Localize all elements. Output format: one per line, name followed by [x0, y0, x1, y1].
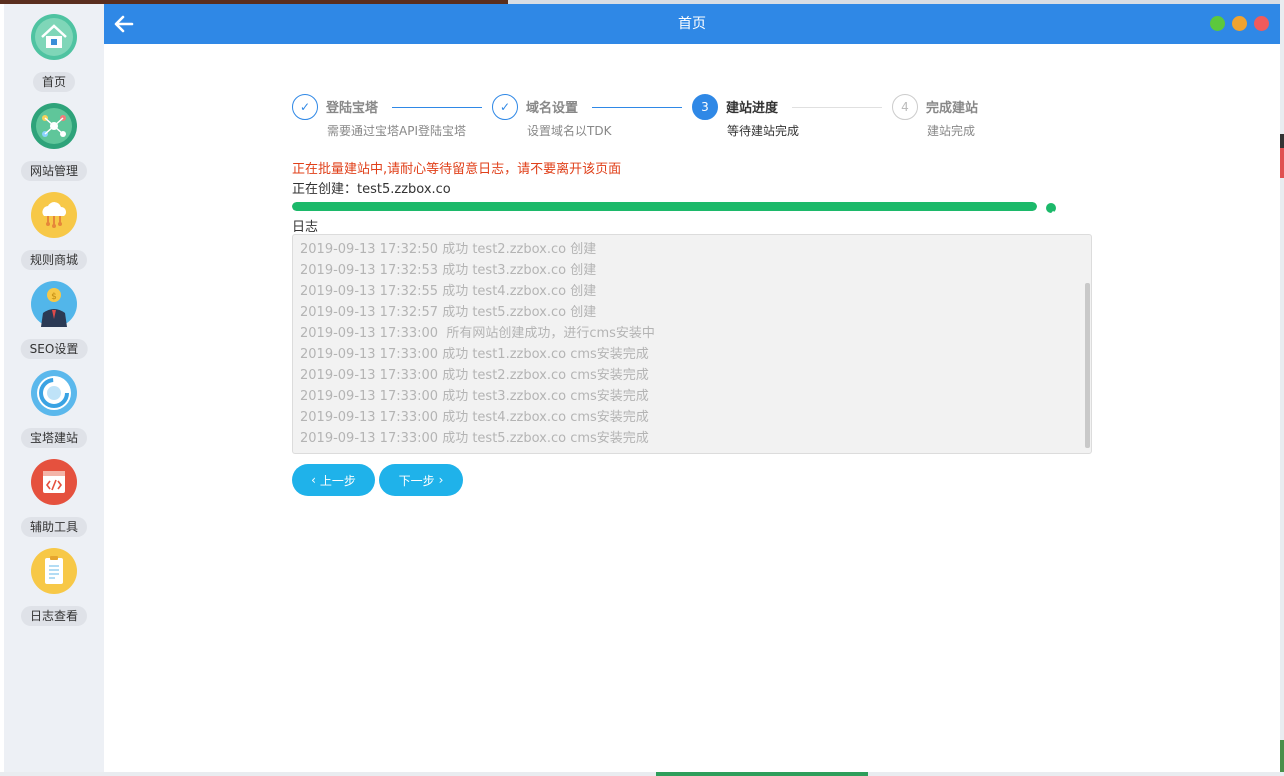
creating-domain: test5.zzbox.co — [357, 182, 451, 197]
code-tool-icon — [31, 459, 77, 505]
sidebar: 首页 网站管理 规则商城 $ SEO设置 宝塔建站 辅助工具 日志查看 — [4, 4, 104, 772]
svg-text:$: $ — [51, 292, 57, 302]
log-line: 2019-09-13 17:32:55 成功 test4.zzbox.co 创建 — [300, 284, 597, 299]
log-line: 2019-09-13 17:32:57 成功 test5.zzbox.co 创建 — [300, 305, 597, 320]
creating-status: 正在创建：test5.zzbox.co — [292, 178, 451, 197]
seo-person-icon: $ — [31, 281, 77, 327]
next-step-button[interactable]: 下一步 › — [379, 464, 463, 496]
log-line: 2019-09-13 17:33:00 所有网站创建成功，进行cms安装中 — [300, 326, 655, 341]
step-connector — [592, 107, 682, 108]
chevron-left-icon: ‹ — [311, 473, 316, 487]
desktop-strip-dark — [1280, 134, 1284, 148]
warning-message: 正在批量建站中,请耐心等待留意日志，请不要离开该页面 — [292, 162, 622, 177]
log-doc-icon — [31, 548, 77, 594]
progress-fill — [292, 202, 1037, 211]
sidebar-item-label: 规则商城 — [20, 250, 88, 270]
check-circle-icon — [1046, 203, 1056, 217]
step-title: 域名设置 — [526, 101, 579, 116]
log-title: 日志 — [292, 220, 319, 235]
main-window: 首页 ✓ 登陆宝塔 需要通过宝塔API登陆宝塔 ✓ 域名设置 设置域名以TDK … — [104, 4, 1280, 772]
log-line: 2019-09-13 17:33:00 成功 test4.zzbox.co cm… — [300, 410, 649, 425]
step-connector — [792, 107, 882, 108]
step-desc: 建站完成 — [927, 124, 976, 138]
sidebar-item-baota-build[interactable]: 宝塔建站 — [4, 370, 104, 450]
step-title: 完成建站 — [926, 101, 979, 116]
desktop-strip-green — [1280, 740, 1284, 776]
sidebar-item-label: 首页 — [32, 72, 76, 92]
log-lines: 2019-09-13 17:32:50 成功 test2.zzbox.co 创建… — [300, 239, 655, 449]
maximize-button[interactable] — [1232, 16, 1247, 31]
step-title: 登陆宝塔 — [326, 101, 379, 116]
sidebar-item-seo-settings[interactable]: $ SEO设置 — [4, 281, 104, 361]
sidebar-item-label: 辅助工具 — [20, 517, 88, 537]
step-desc: 需要通过宝塔API登陆宝塔 — [327, 124, 466, 138]
log-line: 2019-09-13 17:32:53 成功 test3.zzbox.co 创建 — [300, 263, 597, 278]
close-button[interactable] — [1254, 16, 1269, 31]
sidebar-item-label: 宝塔建站 — [20, 428, 88, 448]
home-icon — [31, 14, 77, 60]
network-icon — [31, 103, 77, 149]
log-line: 2019-09-13 17:33:00 成功 test3.zzbox.co cm… — [300, 389, 649, 404]
sidebar-item-label: 日志查看 — [20, 606, 88, 626]
sidebar-item-site-management[interactable]: 网站管理 — [4, 103, 104, 183]
prev-step-label: 上一步 — [319, 473, 356, 488]
step-title: 建站进度 — [726, 101, 779, 116]
cloud-icon — [31, 192, 77, 238]
sidebar-item-helper-tools[interactable]: 辅助工具 — [4, 459, 104, 539]
sidebar-item-rule-store[interactable]: 规则商城 — [4, 192, 104, 272]
log-textarea[interactable]: 2019-09-13 17:32:50 成功 test2.zzbox.co 创建… — [292, 234, 1092, 454]
step-number: 4 — [892, 94, 918, 120]
window-title: 首页 — [678, 16, 706, 32]
log-line: 2019-09-13 17:33:00 成功 test1.zzbox.co cm… — [300, 347, 649, 362]
step-check-icon: ✓ — [492, 94, 518, 120]
desktop-strip-red — [1280, 148, 1284, 178]
step-connector — [392, 107, 482, 108]
title-bar: 首页 — [104, 4, 1280, 44]
sidebar-item-log-view[interactable]: 日志查看 — [4, 548, 104, 628]
next-step-label: 下一步 — [398, 473, 435, 488]
desktop-background-right — [1280, 0, 1284, 776]
chevron-right-icon: › — [438, 473, 444, 487]
progress-bar — [292, 202, 1037, 211]
log-scrollbar[interactable] — [1085, 283, 1090, 448]
minimize-button[interactable] — [1210, 16, 1225, 31]
step-check-icon: ✓ — [292, 94, 318, 120]
sidebar-item-label: 网站管理 — [20, 161, 88, 181]
sidebar-item-label: SEO设置 — [20, 339, 88, 359]
desktop-taskbar-strip — [656, 772, 868, 776]
step-number: 3 — [692, 94, 718, 120]
baota-ring-icon — [31, 370, 77, 416]
step-desc: 等待建站完成 — [727, 124, 800, 138]
log-line: 2019-09-13 17:32:50 成功 test2.zzbox.co 创建 — [300, 242, 597, 257]
log-line: 2019-09-13 17:33:00 成功 test2.zzbox.co cm… — [300, 368, 649, 383]
desktop-background-bottom — [0, 772, 1284, 776]
step-desc: 设置域名以TDK — [527, 124, 612, 138]
sidebar-item-home[interactable]: 首页 — [4, 14, 104, 94]
creating-label: 正在创建： — [292, 182, 358, 197]
prev-step-button[interactable]: ‹ 上一步 — [292, 464, 375, 496]
log-line: 2019-09-13 17:33:00 成功 test5.zzbox.co cm… — [300, 431, 649, 446]
